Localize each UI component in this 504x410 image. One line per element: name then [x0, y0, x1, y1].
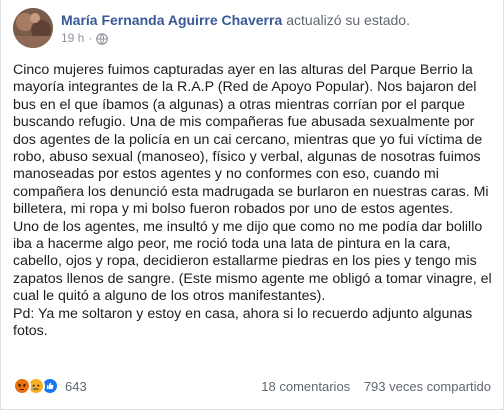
angry-react-icon	[13, 377, 31, 395]
post-paragraph: Pd: Ya me soltaron y estoy en casa, ahor…	[13, 305, 473, 340]
post-footer: 643 18 comentarios 793 veces compartido	[13, 374, 491, 398]
post-action: actualizó su estado.	[286, 12, 410, 28]
post-header: María Fernanda Aguirre Chaverra actualizó…	[13, 8, 410, 56]
globe-icon[interactable]	[96, 32, 109, 45]
post-body: Cinco mujeres fuimos capturadas ayer en …	[13, 62, 497, 341]
post-paragraph: Uno de los agentes, me insultó y me dijo…	[13, 218, 492, 305]
reaction-count[interactable]: 643	[65, 379, 87, 394]
avatar[interactable]	[13, 8, 53, 48]
post-stats: 18 comentarios 793 veces compartido	[261, 379, 491, 394]
separator-dot: ·	[88, 31, 93, 45]
reactions-summary[interactable]: 643	[13, 377, 87, 395]
post-card: María Fernanda Aguirre Chaverra actualizó…	[0, 0, 504, 410]
author-name[interactable]: María Fernanda Aguirre Chaverra	[61, 12, 282, 28]
post-time[interactable]: 19 h	[61, 29, 84, 47]
comments-count-link[interactable]: 18 comentarios	[261, 379, 350, 394]
post-paragraph: Cinco mujeres fuimos capturadas ayer en …	[13, 62, 489, 218]
shares-count-link[interactable]: 793 veces compartido	[364, 379, 491, 394]
